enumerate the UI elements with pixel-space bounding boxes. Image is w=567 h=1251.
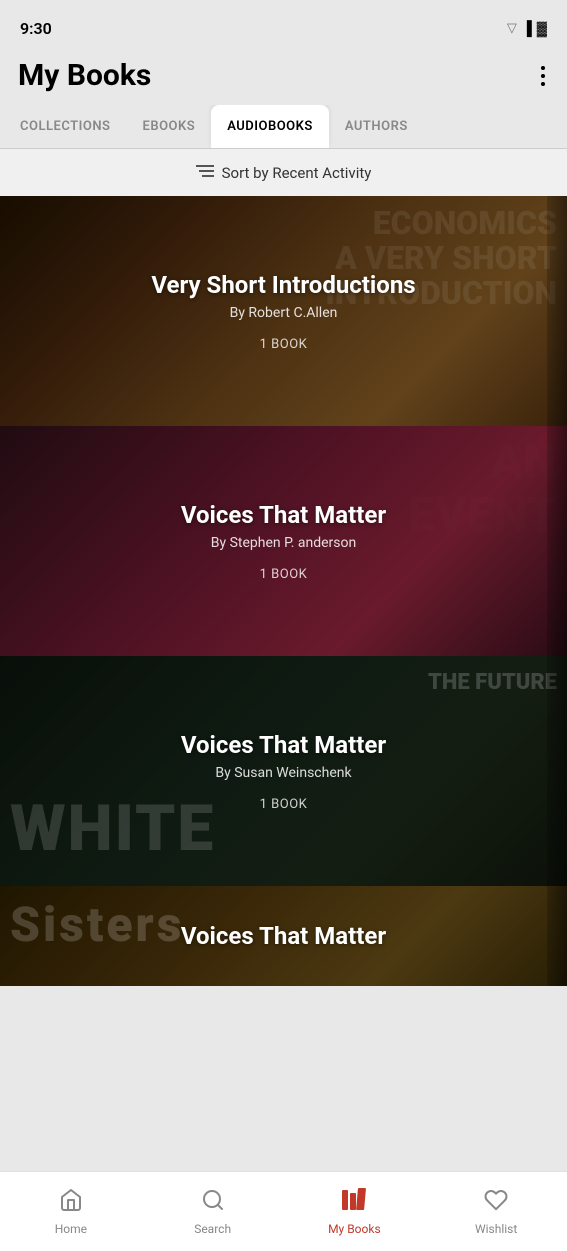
wifi-icon: ▽ [507, 21, 517, 36]
sort-bar[interactable]: Sort by Recent Activity [0, 149, 567, 196]
book-author: By Robert C.Allen [230, 305, 338, 321]
battery-icon: ▓ [537, 20, 547, 37]
book-title: Voices That Matter [181, 501, 386, 529]
book-author: By Stephen P. anderson [211, 535, 356, 551]
book-card[interactable]: THE FUTURE WHITE Voices That Matter By S… [0, 656, 567, 886]
sort-icon [196, 163, 214, 182]
book-count: 1 BOOK [260, 567, 308, 582]
search-icon [201, 1188, 225, 1218]
book-author: By Susan Weinschenk [215, 765, 351, 781]
book-card-overlay: Voices That Matter [0, 886, 567, 986]
heart-icon [484, 1188, 508, 1218]
menu-dot [541, 74, 545, 78]
signal-icon: ▐ [522, 20, 532, 37]
book-card[interactable]: Sisters Voices That Matter [0, 886, 567, 986]
nav-wishlist[interactable]: Wishlist [425, 1172, 567, 1251]
tab-ebooks[interactable]: EBOOKS [127, 105, 212, 148]
status-icons: ▽ ▐ ▓ [507, 20, 547, 37]
nav-search-label: Search [194, 1222, 231, 1236]
status-time: 9:30 [20, 19, 52, 38]
nav-wishlist-label: Wishlist [475, 1222, 517, 1236]
mybooks-icon [341, 1188, 367, 1218]
book-count: 1 BOOK [260, 797, 308, 812]
nav-mybooks-label: My Books [328, 1222, 381, 1236]
books-list: ECONOMICSA Very ShortIntroduction Very S… [0, 196, 567, 986]
content-area: Sort by Recent Activity ECONOMICSA Very … [0, 149, 567, 1066]
status-bar: 9:30 ▽ ▐ ▓ [0, 0, 567, 50]
book-title: Voices That Matter [181, 922, 386, 950]
menu-dot [541, 82, 545, 86]
home-icon [59, 1188, 83, 1218]
book-card-overlay: Voices That Matter By Stephen P. anderso… [0, 426, 567, 656]
book-card-overlay: Very Short Introductions By Robert C.All… [0, 196, 567, 426]
nav-home[interactable]: Home [0, 1172, 142, 1251]
header: My Books [0, 50, 567, 105]
nav-home-label: Home [55, 1222, 87, 1236]
book-title: Very Short Introductions [151, 271, 415, 299]
more-options-button[interactable] [537, 62, 549, 90]
bottom-nav: Home Search My Books Wishlist [0, 1171, 567, 1251]
menu-dot [541, 66, 545, 70]
book-card-overlay: Voices That Matter By Susan Weinschenk 1… [0, 656, 567, 886]
tabs-bar: COLLECTIONS EBOOKS AUDIOBOOKS AUTHORS [0, 105, 567, 149]
tab-authors[interactable]: AUTHORS [329, 105, 424, 148]
sort-label: Sort by Recent Activity [222, 164, 372, 182]
book-count: 1 BOOK [260, 337, 308, 352]
page-title: My Books [18, 58, 151, 93]
nav-search[interactable]: Search [142, 1172, 284, 1251]
book-title: Voices That Matter [181, 731, 386, 759]
nav-mybooks[interactable]: My Books [284, 1172, 426, 1251]
tab-collections[interactable]: COLLECTIONS [4, 105, 127, 148]
book-card[interactable]: ECONOMICSA Very ShortIntroduction Very S… [0, 196, 567, 426]
book-card[interactable]: ANEVENT Voices That Matter By Stephen P.… [0, 426, 567, 656]
tab-audiobooks[interactable]: AUDIOBOOKS [211, 105, 329, 148]
